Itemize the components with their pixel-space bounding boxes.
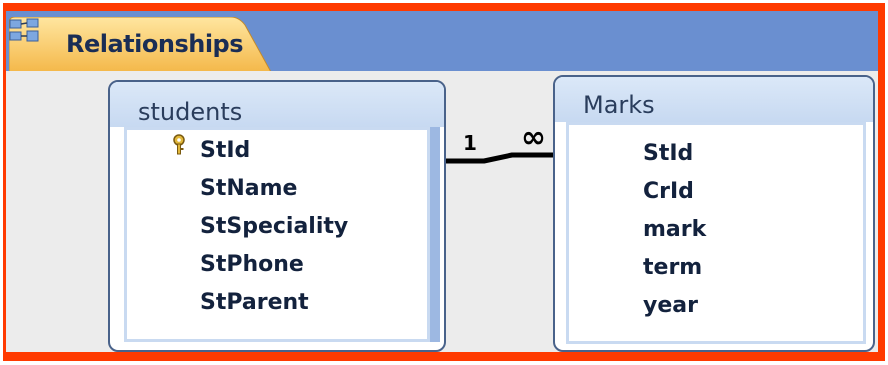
many-cardinality-label: ∞ [521, 120, 546, 155]
one-cardinality-label: 1 [463, 131, 477, 155]
bottom-border [3, 352, 885, 361]
relationship-line[interactable] [0, 0, 888, 365]
